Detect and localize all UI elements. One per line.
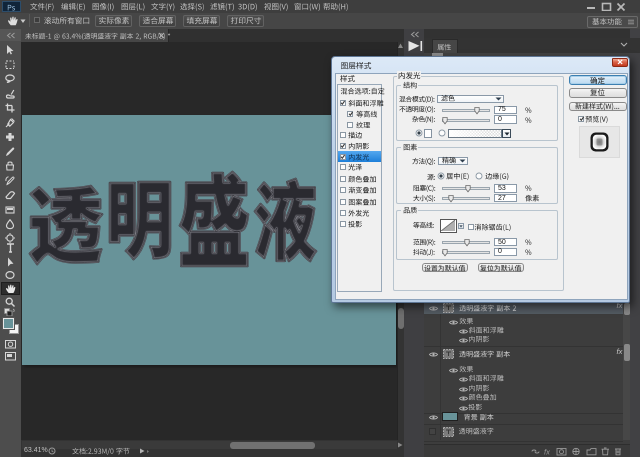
- svg-text:fx: fx: [544, 448, 550, 457]
